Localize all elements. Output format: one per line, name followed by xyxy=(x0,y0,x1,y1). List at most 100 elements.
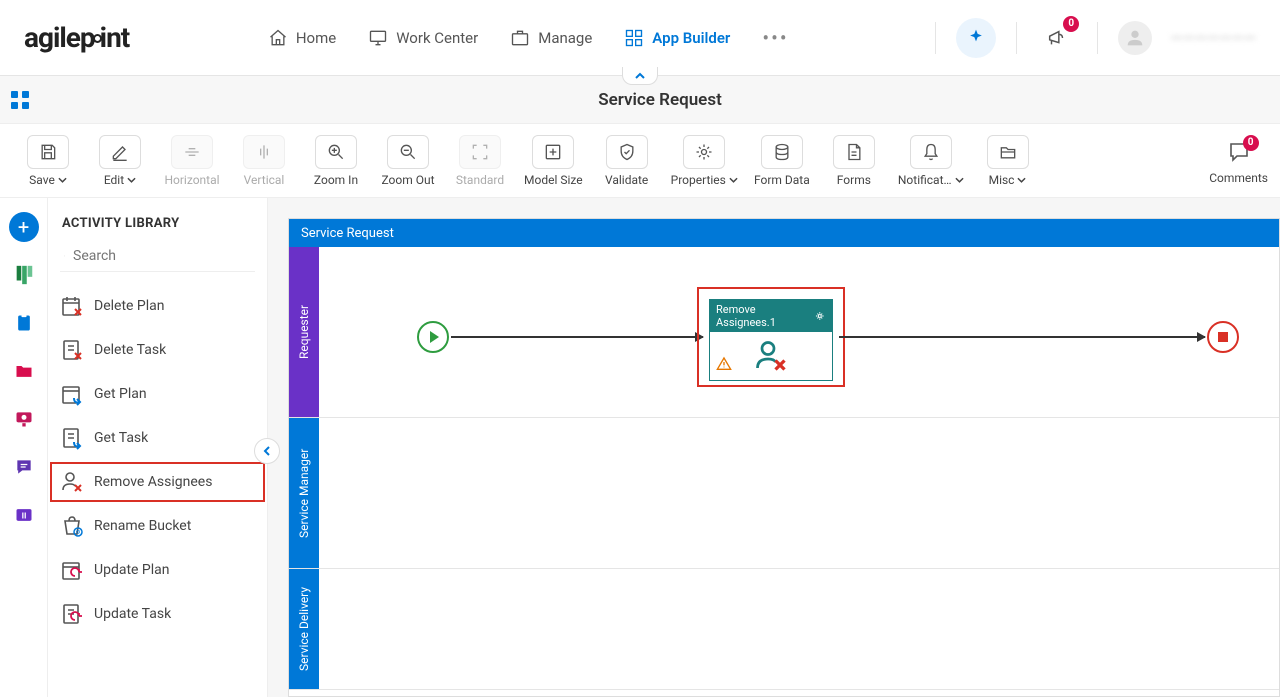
brand-logo: agilepint xyxy=(24,21,129,54)
apps-grid-icon xyxy=(11,91,29,109)
nav-app-builder[interactable]: App Builder xyxy=(624,28,730,48)
comments-button[interactable]: 0 Comments xyxy=(1209,137,1268,185)
nav-label: App Builder xyxy=(652,29,730,47)
avatar[interactable] xyxy=(1118,21,1152,55)
chat-fill-icon xyxy=(14,457,34,477)
lib-delete-plan[interactable]: Delete Plan xyxy=(48,284,267,328)
gear-icon xyxy=(694,142,714,162)
notifications-button[interactable]: 0 xyxy=(1037,18,1077,58)
library-list: Delete Plan Delete Task Get Plan Get Tas… xyxy=(48,280,267,697)
properties-button[interactable]: Properties xyxy=(663,131,746,191)
ai-button[interactable] xyxy=(956,18,996,58)
end-node[interactable] xyxy=(1207,321,1239,353)
lane-label[interactable]: Service Manager xyxy=(289,418,319,568)
document-icon xyxy=(844,142,864,162)
horizontal-button: Horizontal xyxy=(156,131,228,191)
lib-item-label: Update Task xyxy=(94,606,171,623)
rail-folder[interactable] xyxy=(9,356,39,386)
lib-item-label: Remove Assignees xyxy=(94,474,212,491)
database-icon xyxy=(772,142,792,162)
grid-icon xyxy=(624,28,644,48)
lane-service-delivery: Service Delivery xyxy=(289,569,1279,690)
lib-get-plan[interactable]: Get Plan xyxy=(48,372,267,416)
apps-button[interactable] xyxy=(0,91,40,109)
standard-button: Standard xyxy=(444,131,516,191)
main: + II ACTIVITY LIBRARY Delete Pla xyxy=(0,198,1280,697)
toolbar: Save Edit Horizontal Vertical Zoom In Zo… xyxy=(0,124,1280,198)
chevron-up-icon xyxy=(634,71,646,81)
lib-item-label: Delete Plan xyxy=(94,298,165,315)
rail-monitor[interactable] xyxy=(9,404,39,434)
forms-button[interactable]: Forms xyxy=(818,131,890,191)
nav-home[interactable]: Home xyxy=(268,28,336,48)
activity-library: ACTIVITY LIBRARY Delete Plan Delete Task… xyxy=(48,198,268,697)
warning-icon xyxy=(716,356,732,376)
calendar-arrow-icon xyxy=(60,382,84,406)
lib-item-label: Get Task xyxy=(94,430,148,447)
add-button[interactable]: + xyxy=(9,212,39,242)
chevron-down-icon xyxy=(729,177,738,183)
nav-manage[interactable]: Manage xyxy=(510,28,592,48)
library-collapse[interactable] xyxy=(254,438,280,464)
lane-body[interactable] xyxy=(319,569,1279,689)
user-icon xyxy=(1124,27,1146,49)
library-search[interactable] xyxy=(60,241,255,272)
rail-widget[interactable]: II xyxy=(9,500,39,530)
clipboard-icon xyxy=(14,313,34,333)
rail-chat[interactable] xyxy=(9,452,39,482)
validate-button[interactable]: Validate xyxy=(591,131,663,191)
left-rail: + II xyxy=(0,198,48,697)
misc-button[interactable]: Misc xyxy=(972,131,1044,191)
username: ——————— xyxy=(1170,28,1256,47)
swimlanes: Requester Remove Assignees.1 xyxy=(289,247,1279,690)
lib-remove-assignees[interactable]: Remove Assignees xyxy=(48,460,267,504)
notification-badge: 0 xyxy=(1063,16,1079,32)
form-data-button[interactable]: Form Data xyxy=(746,131,818,191)
search-input[interactable] xyxy=(73,248,251,264)
lane-body[interactable] xyxy=(319,418,1279,568)
edit-button[interactable]: Edit xyxy=(84,131,156,191)
task-arrow-icon xyxy=(60,426,84,450)
rail-clipboard[interactable] xyxy=(9,308,39,338)
display-icon xyxy=(14,409,34,429)
lib-get-task[interactable]: Get Task xyxy=(48,416,267,460)
zoom-in-button[interactable]: Zoom In xyxy=(300,131,372,191)
collapse-topnav[interactable] xyxy=(622,67,658,85)
user-x-icon xyxy=(60,470,84,494)
lane-label[interactable]: Requester xyxy=(289,247,319,417)
start-node[interactable] xyxy=(417,321,449,353)
bell-icon xyxy=(921,142,941,162)
lib-rename-bucket[interactable]: Φ Rename Bucket xyxy=(48,504,267,548)
process-canvas[interactable]: Service Request Requester Remove Assigne… xyxy=(288,218,1280,697)
lane-body[interactable]: Remove Assignees.1 xyxy=(319,247,1279,417)
task-refresh-icon xyxy=(60,602,84,626)
lib-item-label: Rename Bucket xyxy=(94,518,191,535)
chevron-down-icon xyxy=(955,177,964,183)
nav-label: Manage xyxy=(538,29,592,47)
lane-requester: Requester Remove Assignees.1 xyxy=(289,247,1279,418)
connector[interactable] xyxy=(839,336,1205,338)
briefcase-icon xyxy=(510,28,530,48)
lib-item-label: Update Plan xyxy=(94,562,170,579)
page-title: Service Request xyxy=(40,90,1280,110)
lib-update-task[interactable]: Update Task xyxy=(48,592,267,636)
save-button[interactable]: Save xyxy=(12,131,84,191)
activity-remove-assignees[interactable]: Remove Assignees.1 xyxy=(709,299,833,381)
task-x-icon xyxy=(60,338,84,362)
lane-label[interactable]: Service Delivery xyxy=(289,569,319,689)
model-size-button[interactable]: Model Size xyxy=(516,131,591,191)
logo-dot-icon xyxy=(93,34,102,43)
zoom-out-button[interactable]: Zoom Out xyxy=(372,131,444,191)
search-icon xyxy=(64,247,65,265)
nav-work-center[interactable]: Work Center xyxy=(368,28,478,48)
lib-update-plan[interactable]: Update Plan xyxy=(48,548,267,592)
rail-planner[interactable] xyxy=(9,260,39,290)
notifications-toolbar-button[interactable]: Notificat… xyxy=(890,131,972,191)
connector[interactable] xyxy=(451,336,703,338)
nav-more[interactable]: ••• xyxy=(762,26,788,50)
lib-item-label: Delete Task xyxy=(94,342,166,359)
gear-icon[interactable] xyxy=(814,310,826,322)
activity-body xyxy=(710,332,832,380)
lib-delete-task[interactable]: Delete Task xyxy=(48,328,267,372)
chevron-down-icon xyxy=(127,177,136,183)
